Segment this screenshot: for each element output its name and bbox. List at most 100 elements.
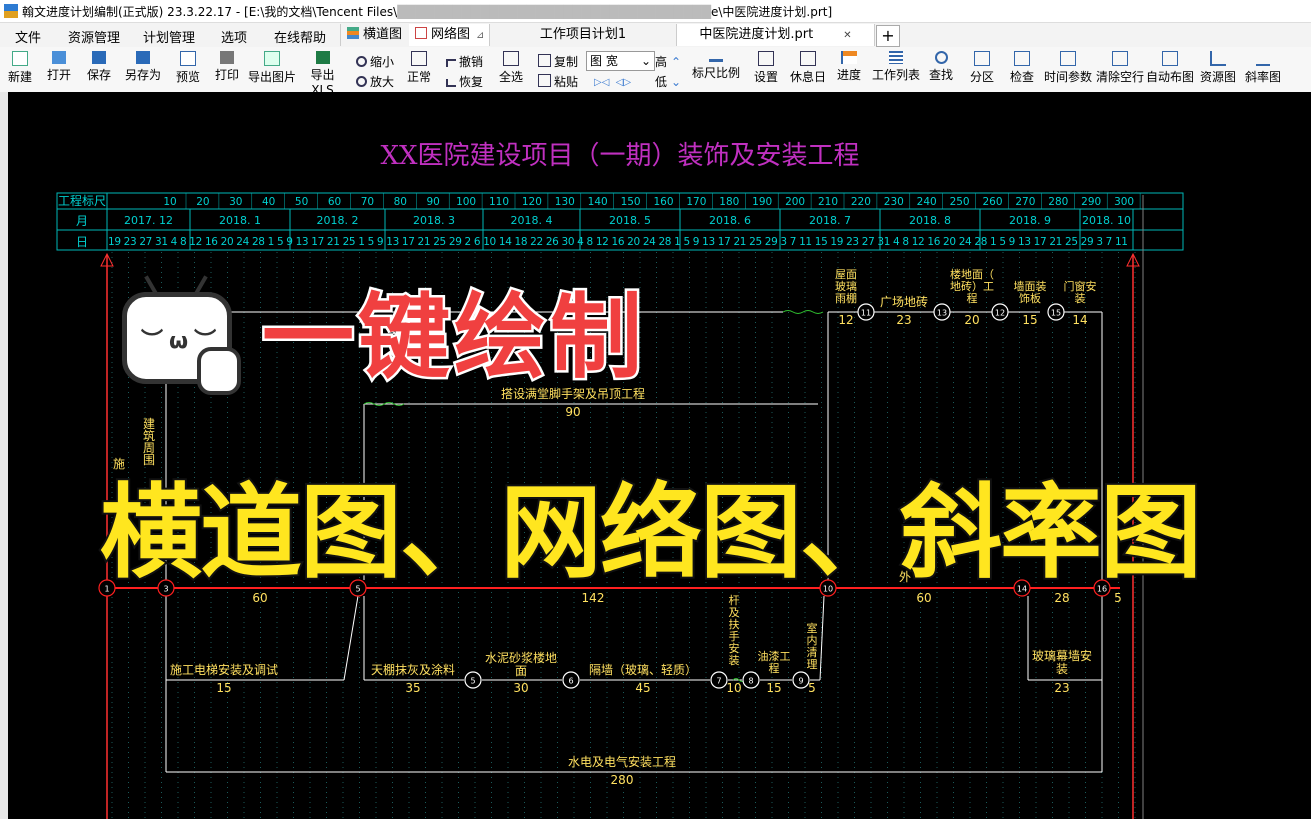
tab-gantt[interactable]: 横道图: [340, 24, 410, 46]
scale-tick: 110: [489, 196, 509, 208]
scale-tick: 210: [818, 196, 838, 208]
menu-help[interactable]: 在线帮助: [274, 27, 326, 46]
spin-down-icon: ⌄: [671, 75, 682, 89]
scale-tick: 10: [163, 196, 176, 208]
tab-network[interactable]: 网络图 ⊿: [409, 24, 490, 46]
network-node[interactable]: 5: [464, 671, 482, 689]
normal-zoom-icon: [411, 51, 427, 66]
scale-tick: 70: [361, 196, 374, 208]
scale-tick: 260: [982, 196, 1002, 208]
network-node[interactable]: 11: [857, 303, 875, 321]
excel-icon: [315, 51, 330, 64]
month-label: 2018. 2: [317, 214, 359, 227]
menu-options[interactable]: 选项: [221, 27, 247, 46]
chevron-down-icon: ⌄: [640, 54, 651, 68]
export-xls-button[interactable]: 导出XLS: [300, 49, 345, 97]
settings-icon: [758, 51, 774, 66]
zoom-in-button[interactable]: 放大: [356, 73, 394, 90]
paste-button[interactable]: 粘贴: [538, 73, 578, 90]
scale-tick: 280: [1048, 196, 1068, 208]
task-duration: 10: [726, 681, 741, 695]
network-node[interactable]: 7: [710, 671, 728, 689]
task-duration: 23: [1054, 681, 1069, 695]
network-node[interactable]: 13: [933, 303, 951, 321]
network-canvas[interactable]: XX医院建设项目（一期）装饰及安装工程 工程标尺 月 日 10 20 30 40 50 6…: [0, 92, 1311, 819]
month-label: 2018. 1: [219, 214, 261, 227]
menu-plan[interactable]: 计划管理: [143, 27, 195, 46]
align-arrows-icon[interactable]: ▷◁ ◁▷: [594, 77, 631, 88]
month-label: 2018. 8: [909, 214, 951, 227]
progress-button[interactable]: 进度: [835, 49, 863, 83]
export-image-button[interactable]: 导出图片: [247, 49, 297, 85]
slope-chart-button[interactable]: 斜率图: [1243, 49, 1283, 85]
save-as-button[interactable]: 另存为: [123, 49, 163, 83]
save-icon: [92, 51, 106, 64]
network-node[interactable]: 12: [991, 303, 1009, 321]
toolbar: 新建 打开 保存 另存为 预览 打印 导出图片 导出XLS 缩小 放大 正常 撤…: [0, 47, 1311, 97]
ruler-icon: [709, 51, 723, 62]
task-label: 施: [113, 457, 125, 471]
print-button[interactable]: 打印: [213, 49, 241, 83]
svg-text:7: 7: [716, 677, 721, 686]
tab-hospital-plan[interactable]: 中医院进度计划.prt ✕: [677, 24, 875, 46]
time-params-button[interactable]: 时间参数: [1042, 49, 1094, 85]
network-node[interactable]: 9: [792, 671, 810, 689]
row-low-button[interactable]: 低 ⌄: [655, 73, 681, 90]
scale-tick: 50: [295, 196, 308, 208]
task-label: 墙面装饰板: [1014, 279, 1047, 305]
task-duration: 45: [635, 681, 650, 695]
network-node[interactable]: 8: [742, 671, 760, 689]
tab-work-plan[interactable]: 工作项目计划1: [490, 24, 677, 46]
task-label: 室内清理: [807, 621, 818, 671]
network-node[interactable]: 6: [562, 671, 580, 689]
preview-icon: [180, 51, 196, 66]
open-button[interactable]: 打开: [45, 49, 73, 83]
redo-button[interactable]: 恢复: [446, 73, 483, 90]
tab-close-icon[interactable]: ⊿: [476, 30, 484, 41]
rest-day-button[interactable]: 休息日: [788, 49, 828, 85]
clear-rows-icon: [1112, 51, 1128, 66]
select-all-button[interactable]: 全选: [497, 49, 525, 85]
new-button[interactable]: 新建: [6, 49, 34, 85]
check-button[interactable]: 检查: [1008, 49, 1036, 85]
undo-button[interactable]: 撤销: [446, 53, 483, 70]
row-high-button[interactable]: 高 ⌃: [655, 53, 681, 70]
network-node[interactable]: 15: [1047, 303, 1065, 321]
month-label: 2018. 9: [1009, 214, 1051, 227]
settings-button[interactable]: 设置: [752, 49, 780, 85]
resource-chart-button[interactable]: 资源图: [1198, 49, 1238, 85]
clear-rows-button[interactable]: 清除空行: [1094, 49, 1146, 85]
tab-close-icon[interactable]: ✕: [843, 30, 851, 41]
zoom-out-button[interactable]: 缩小: [356, 53, 394, 70]
window-title: 翰文进度计划编制(正式版) 23.3.22.17 - [E:\我的文档\Tenc…: [22, 5, 833, 19]
find-button[interactable]: 查找: [927, 49, 955, 83]
menu-file[interactable]: 文件: [15, 27, 41, 46]
task-label: 水电及电气安装工程: [568, 754, 676, 769]
check-box-icon: [503, 51, 519, 66]
scale-tick: 170: [686, 196, 706, 208]
month-label: 2018. 10: [1082, 214, 1131, 227]
time-params-icon: [1060, 51, 1076, 66]
task-label: 天棚抹灰及涂料: [371, 662, 455, 677]
task-label: 杆及扶手安装: [729, 593, 740, 667]
width-select[interactable]: 图 宽 ⌄: [586, 51, 655, 71]
task-list-button[interactable]: 工作列表: [870, 49, 922, 83]
menu-resource[interactable]: 资源管理: [68, 27, 120, 46]
undo-icon: [446, 59, 456, 67]
task-duration: 15: [766, 681, 781, 695]
ruler-ratio-button[interactable]: 标尺比例: [690, 49, 742, 81]
save-button[interactable]: 保存: [85, 49, 113, 83]
auto-layout-button[interactable]: 自动布图: [1144, 49, 1196, 85]
preview-button[interactable]: 预览: [174, 49, 202, 85]
copy-button[interactable]: 复制: [538, 53, 578, 70]
menu-bar: 文件 资源管理 计划管理 选项 在线帮助 横道图 网络图 ⊿ 工作项目计划1 中医…: [0, 23, 1311, 47]
task-label: 施工电梯安装及调试: [170, 662, 278, 677]
new-tab-button[interactable]: +: [876, 25, 900, 47]
scale-tick: 180: [719, 196, 739, 208]
zone-button[interactable]: 分区: [968, 49, 996, 85]
month-label: 2018. 7: [809, 214, 851, 227]
month-label: 2018. 3: [413, 214, 455, 227]
normal-zoom-button[interactable]: 正常: [405, 49, 433, 85]
app-icon: [4, 4, 18, 18]
zone-icon: [974, 51, 990, 66]
